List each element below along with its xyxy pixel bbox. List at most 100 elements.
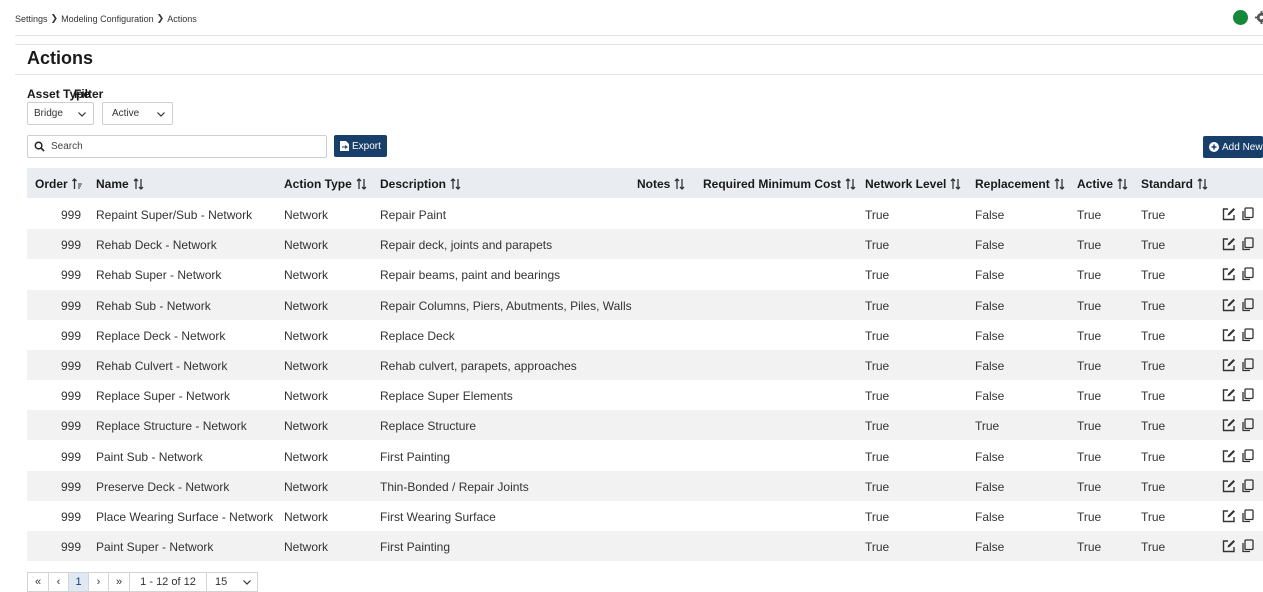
copy-icon[interactable] bbox=[1241, 207, 1254, 221]
edit-icon[interactable] bbox=[1222, 207, 1236, 221]
cell-active: True bbox=[1077, 298, 1102, 313]
cell-name: Paint Sub - Network bbox=[96, 449, 203, 464]
copy-icon[interactable] bbox=[1241, 328, 1254, 342]
copy-icon[interactable] bbox=[1241, 448, 1254, 463]
asset-type-select[interactable]: Bridge bbox=[27, 102, 94, 125]
edit-icon[interactable] bbox=[1222, 449, 1236, 463]
edit-icon[interactable] bbox=[1222, 479, 1236, 493]
column-header-label: Replacement bbox=[975, 177, 1050, 191]
search-input[interactable] bbox=[51, 141, 301, 152]
edit-icon[interactable] bbox=[1222, 509, 1236, 523]
add-new-button[interactable]: Add New bbox=[1203, 136, 1263, 158]
filter-label: Filter bbox=[74, 87, 104, 101]
column-header-label: Standard bbox=[1141, 177, 1194, 191]
cell-name: Place Wearing Surface - Network bbox=[96, 510, 274, 524]
copy-icon[interactable] bbox=[1241, 237, 1254, 251]
cell-action-type: Network bbox=[284, 298, 329, 313]
cell-replacement: True bbox=[975, 419, 1000, 434]
copy-icon[interactable] bbox=[1241, 358, 1254, 372]
edit-icon[interactable] bbox=[1222, 358, 1236, 372]
table-row: 999 Place Wearing Surface - Network Networ… bbox=[27, 501, 1263, 531]
cell-active: True bbox=[1077, 540, 1102, 555]
top-bar: Settings ❯ Modeling Configuration ❯ Acti… bbox=[0, 0, 1263, 36]
column-header-label: Description bbox=[380, 177, 447, 191]
cell-action-type: Network bbox=[284, 419, 329, 434]
column-header-notes[interactable]: Notes bbox=[637, 177, 685, 191]
column-header-required-minimum-cost[interactable]: Required Minimum Cost bbox=[703, 177, 856, 191]
column-header-description[interactable]: Description bbox=[380, 177, 461, 191]
cell-order: 999 bbox=[60, 328, 81, 343]
export-button[interactable]: Export bbox=[334, 135, 387, 157]
cell-standard: True bbox=[1141, 328, 1166, 343]
chevron-down-icon bbox=[157, 111, 165, 117]
edit-icon[interactable] bbox=[1222, 388, 1236, 402]
prev-page-button[interactable]: ‹ bbox=[48, 572, 69, 592]
breadcrumb-settings[interactable]: Settings bbox=[15, 14, 48, 24]
cell-replacement: False bbox=[975, 449, 1005, 464]
copy-icon[interactable] bbox=[1241, 509, 1254, 523]
page-1-button[interactable]: 1 bbox=[68, 572, 89, 592]
copy-icon[interactable] bbox=[1241, 297, 1254, 312]
column-header-standard[interactable]: Standard bbox=[1141, 177, 1208, 191]
cell-network-level: True bbox=[865, 268, 890, 283]
edit-icon[interactable] bbox=[1222, 539, 1236, 553]
column-header-order[interactable]: Order bbox=[35, 177, 83, 191]
breadcrumb-separator-icon: ❯ bbox=[50, 13, 59, 23]
cell-active: True bbox=[1077, 238, 1102, 253]
title-top-divider bbox=[15, 44, 1263, 45]
cell-active: True bbox=[1077, 479, 1102, 494]
cell-order: 999 bbox=[60, 510, 81, 524]
cell-order: 999 bbox=[60, 208, 81, 222]
page-size-value: 15 bbox=[215, 576, 228, 588]
filter-value: Active bbox=[112, 108, 140, 119]
cell-active: True bbox=[1077, 510, 1102, 524]
column-header-label: Notes bbox=[637, 177, 671, 191]
filter-select[interactable]: Active bbox=[102, 102, 173, 125]
column-header-action-type[interactable]: Action Type bbox=[284, 177, 367, 191]
edit-icon[interactable] bbox=[1222, 237, 1236, 251]
cell-action-type: Network bbox=[284, 510, 329, 524]
status-indicator bbox=[1233, 10, 1248, 25]
cell-network-level: True bbox=[865, 389, 890, 404]
breadcrumb-modeling-configuration[interactable]: Modeling Configuration bbox=[61, 14, 154, 24]
gear-icon[interactable] bbox=[1254, 10, 1263, 25]
cell-description: Thin-Bonded / Repair Joints bbox=[380, 479, 529, 494]
column-header-network-level[interactable]: Network Level bbox=[865, 177, 961, 191]
column-header-label: Order bbox=[35, 177, 68, 191]
cell-standard: True bbox=[1141, 268, 1166, 283]
column-header-replacement[interactable]: Replacement bbox=[975, 177, 1065, 191]
cell-name: Preserve Deck - Network bbox=[96, 479, 230, 494]
column-header-active[interactable]: Active bbox=[1077, 177, 1128, 191]
copy-icon[interactable] bbox=[1241, 479, 1254, 493]
edit-icon[interactable] bbox=[1222, 418, 1236, 432]
cell-replacement: False bbox=[975, 479, 1005, 494]
cell-active: True bbox=[1077, 449, 1102, 464]
sort-icon bbox=[356, 178, 367, 190]
edit-icon[interactable] bbox=[1222, 298, 1236, 312]
column-header-label: Required Minimum Cost bbox=[703, 177, 842, 191]
cell-standard: True bbox=[1141, 208, 1166, 222]
search-box[interactable] bbox=[27, 135, 327, 158]
pagination: « ‹ 1 › » 1 - 12 of 12 15 bbox=[27, 572, 258, 592]
next-page-button[interactable]: › bbox=[88, 572, 109, 592]
cell-description: Repair Columns, Piers, Abutments, Piles,… bbox=[380, 298, 632, 313]
copy-icon[interactable] bbox=[1241, 388, 1254, 402]
cell-description: Repair deck, joints and parapets bbox=[380, 238, 553, 253]
copy-icon[interactable] bbox=[1241, 418, 1254, 432]
cell-replacement: False bbox=[975, 328, 1005, 343]
column-header-label: Active bbox=[1077, 177, 1114, 191]
cell-description: First Painting bbox=[380, 540, 451, 555]
edit-icon[interactable] bbox=[1222, 328, 1236, 342]
cell-order: 999 bbox=[60, 419, 81, 434]
column-header-name[interactable]: Name bbox=[96, 177, 144, 191]
copy-icon[interactable] bbox=[1241, 267, 1254, 281]
table-row: 999 Rehab Sub - Network Network Repair Colu… bbox=[27, 289, 1263, 320]
edit-icon[interactable] bbox=[1222, 267, 1236, 281]
first-page-button[interactable]: « bbox=[27, 572, 49, 592]
cell-order: 999 bbox=[60, 479, 81, 494]
cell-description: Replace Super Elements bbox=[380, 389, 513, 404]
last-page-button[interactable]: » bbox=[108, 572, 130, 592]
copy-icon[interactable] bbox=[1241, 539, 1254, 553]
page-size-select[interactable]: 15 bbox=[206, 572, 258, 592]
column-header-label: Network Level bbox=[865, 177, 947, 191]
